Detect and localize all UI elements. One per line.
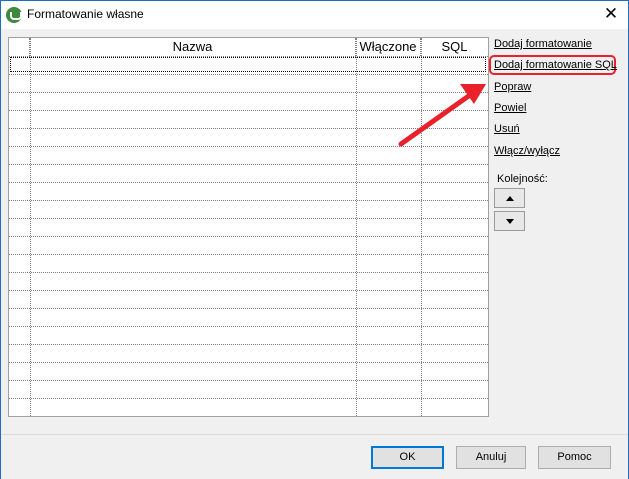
table-row[interactable] <box>9 110 488 111</box>
table-row[interactable] <box>9 308 488 309</box>
toggle-link[interactable]: Włącz/wyłącz <box>494 145 560 157</box>
move-up-button[interactable] <box>494 188 525 208</box>
add-sql-formatting-link[interactable]: Dodaj formatowanie SQL <box>494 59 617 71</box>
duplicate-link[interactable]: Powiel <box>494 102 526 114</box>
dialog-window: Formatowanie własne ✕ Nazwa Włączone SQL… <box>0 0 629 479</box>
table-row[interactable] <box>9 380 488 381</box>
grid-column-divider <box>421 38 422 416</box>
ok-button[interactable]: OK <box>371 446 444 469</box>
table-row[interactable] <box>9 236 488 237</box>
table-row[interactable] <box>9 326 488 327</box>
table-row[interactable] <box>9 146 488 147</box>
grid-column-divider <box>356 38 357 416</box>
table-row[interactable] <box>9 200 488 201</box>
table-row[interactable] <box>9 56 488 57</box>
table-row[interactable] <box>9 182 488 183</box>
app-icon <box>6 7 22 23</box>
move-down-button[interactable] <box>494 211 525 231</box>
table-row[interactable] <box>9 254 488 255</box>
cancel-button[interactable]: Anuluj <box>456 446 526 469</box>
close-button[interactable]: ✕ <box>594 1 628 29</box>
table-row[interactable] <box>9 74 488 75</box>
window-title: Formatowanie własne <box>27 7 144 21</box>
help-button[interactable]: Pomoc <box>538 446 611 469</box>
header-sql[interactable]: SQL <box>421 38 488 56</box>
order-label: Kolejność: <box>497 173 548 185</box>
grid-column-divider <box>30 38 31 416</box>
edit-link[interactable]: Popraw <box>494 81 531 93</box>
arrow-down-icon <box>506 219 514 224</box>
header-indicator <box>9 38 30 56</box>
add-formatting-link[interactable]: Dodaj formatowanie <box>494 38 592 50</box>
table-row[interactable] <box>9 362 488 363</box>
table-row[interactable] <box>9 128 488 129</box>
table-row[interactable] <box>9 164 488 165</box>
button-bar: OK Anuluj Pomoc <box>1 434 628 479</box>
table-row[interactable] <box>9 218 488 219</box>
table-row[interactable] <box>9 290 488 291</box>
dialog-body: Nazwa Włączone SQL Dodaj formatowanie Do… <box>1 29 628 434</box>
table-row[interactable] <box>9 344 488 345</box>
header-enabled[interactable]: Włączone <box>356 38 421 56</box>
arrow-up-icon <box>506 196 514 201</box>
title-bar[interactable]: Formatowanie własne ✕ <box>1 1 628 29</box>
header-name[interactable]: Nazwa <box>30 38 356 56</box>
table-row[interactable] <box>9 272 488 273</box>
table-row[interactable] <box>9 398 488 399</box>
delete-link[interactable]: Usuń <box>494 123 520 135</box>
table-row[interactable] <box>9 92 488 93</box>
selected-row-focus[interactable] <box>10 57 486 72</box>
grid-header: Nazwa Włączone SQL <box>9 38 488 56</box>
formatting-grid[interactable]: Nazwa Włączone SQL <box>8 37 489 417</box>
